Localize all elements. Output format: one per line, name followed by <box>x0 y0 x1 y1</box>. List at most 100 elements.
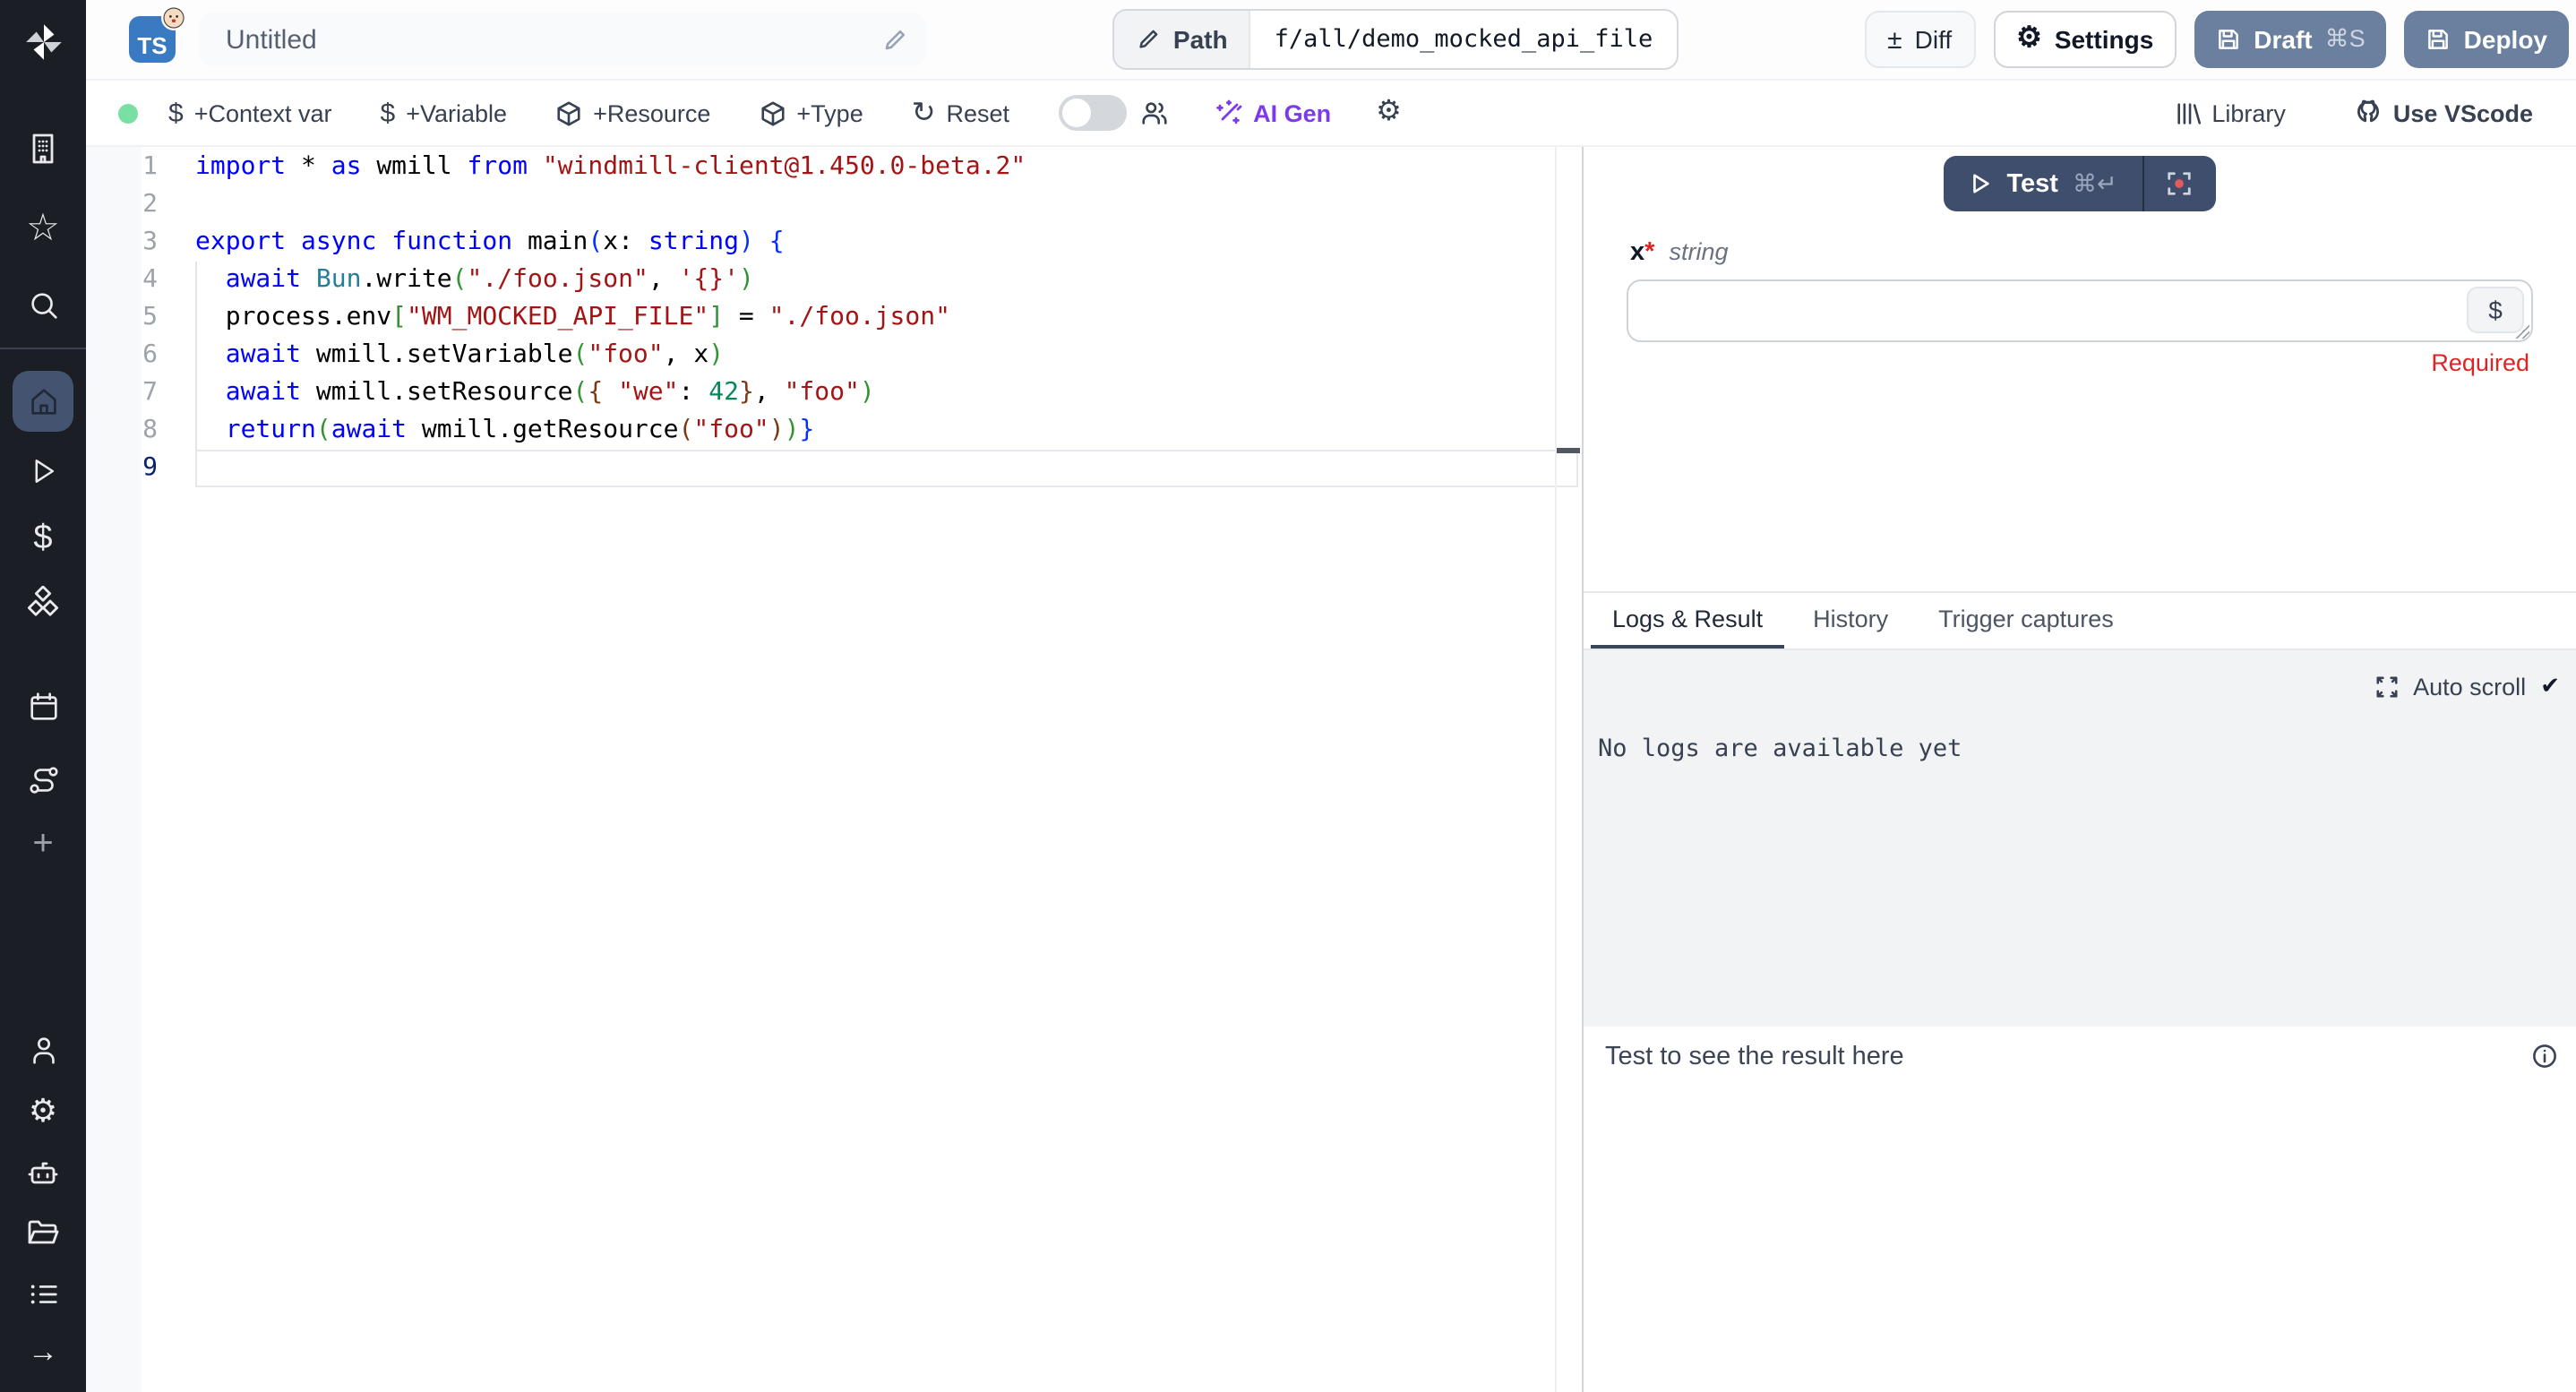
dollar-icon: $ <box>381 98 396 128</box>
code-text: export async function main(x: string) { <box>195 224 1582 262</box>
play-icon[interactable] <box>0 444 86 498</box>
edit-title-pencil-icon[interactable] <box>881 26 908 53</box>
required-asterisk: * <box>1644 238 1654 267</box>
code-line[interactable]: 5 process.env["WM_MOCKED_API_FILE"] = ".… <box>86 299 1582 337</box>
cubes-icon[interactable] <box>0 577 86 631</box>
code-text: await Bun.write("./foo.json", '{}') <box>195 262 1582 299</box>
add-type-button[interactable]: +Type <box>759 99 863 126</box>
sidebar-item-home[interactable] <box>13 371 73 432</box>
library-button[interactable]: Library <box>2174 99 2286 126</box>
edit-path-pencil-icon <box>1136 27 1161 52</box>
no-logs-message: No logs are available yet <box>1598 735 1962 763</box>
path-widget[interactable]: Path f/all/demo_mocked_api_file <box>1112 9 1678 70</box>
line-number: 4 <box>86 262 195 299</box>
line-number: 8 <box>86 412 195 450</box>
reset-button[interactable]: ↻ Reset <box>912 95 1009 131</box>
arrow-right-icon[interactable]: → <box>0 1324 86 1378</box>
code-line[interactable]: 2 <box>86 186 1582 224</box>
play-icon <box>1969 172 1992 195</box>
ai-gen-button[interactable]: AI Gen <box>1214 99 1331 127</box>
magic-wand-icon <box>1214 99 1242 127</box>
left-sidebar: ☆ $ <box>0 0 86 1392</box>
gear-icon: ⚙ <box>1376 99 1402 127</box>
line-number: 3 <box>86 224 195 262</box>
info-icon[interactable] <box>2531 1043 2558 1070</box>
add-variable-button[interactable]: $ +Variable <box>381 98 508 128</box>
code-line[interactable]: 3export async function main(x: string) { <box>86 224 1582 262</box>
folder-icon[interactable] <box>0 1206 86 1259</box>
code-line[interactable]: 9 <box>86 450 1582 487</box>
script-settings-gear[interactable]: ⚙ <box>1376 99 1402 127</box>
capture-icon <box>2167 170 2194 197</box>
collaborators-icon[interactable] <box>1138 98 1169 128</box>
plus-icon[interactable]: + <box>0 817 86 871</box>
gear-icon[interactable]: ⚙ <box>0 1084 86 1138</box>
draft-button[interactable]: Draft ⌘S <box>2194 11 2386 68</box>
test-split-button[interactable]: Test ⌘↵ <box>1944 156 2215 211</box>
status-dot <box>118 103 138 123</box>
settings-button[interactable]: ⚙ Settings <box>1993 11 2177 68</box>
resize-handle[interactable] <box>2515 324 2529 339</box>
result-placeholder: Test to see the result here <box>1605 1043 1904 1071</box>
typescript-badge: TS <box>129 16 176 63</box>
capture-test-button[interactable] <box>2144 156 2216 211</box>
code-text: await wmill.setVariable("foo", x) <box>195 337 1582 374</box>
save-icon <box>2216 27 2241 52</box>
code-line[interactable]: 6 await wmill.setVariable("foo", x) <box>86 337 1582 374</box>
calendar-icon[interactable] <box>0 679 86 733</box>
path-value[interactable]: f/all/demo_mocked_api_file <box>1251 11 1677 68</box>
dollar-icon: $ <box>168 98 184 128</box>
reset-icon: ↻ <box>912 95 936 131</box>
expand-icon <box>2375 675 2399 698</box>
gear-icon: ⚙ <box>2016 25 2042 54</box>
box-icon <box>759 99 786 126</box>
building-icon[interactable] <box>0 122 86 176</box>
checkmark-icon[interactable]: ✔ <box>2540 672 2560 700</box>
code-editor[interactable]: 1import * as wmill from "windmill-client… <box>86 147 1582 1392</box>
windmill-logo[interactable] <box>0 0 86 82</box>
diff-button[interactable]: ± Diff <box>1864 11 1975 68</box>
code-line[interactable]: 1import * as wmill from "windmill-client… <box>86 149 1582 186</box>
draft-kbd: ⌘S <box>2325 25 2366 54</box>
line-number: 6 <box>86 337 195 374</box>
robot-icon[interactable] <box>0 1145 86 1199</box>
code-text <box>195 450 1578 487</box>
line-number: 5 <box>86 299 195 337</box>
code-line[interactable]: 4 await Bun.write("./foo.json", '{}') <box>86 262 1582 299</box>
deploy-button[interactable]: Deploy <box>2405 11 2569 68</box>
route-icon[interactable] <box>0 752 86 806</box>
tab-trigger-captures[interactable]: Trigger captures <box>1917 593 2135 649</box>
code-line[interactable]: 7 await wmill.setResource({ "we": 42}, "… <box>86 374 1582 412</box>
line-number: 2 <box>86 186 195 224</box>
top-bar: TS Untitled Path <box>86 0 2576 81</box>
path-label-section[interactable]: Path <box>1114 11 1251 68</box>
search-icon[interactable] <box>0 278 86 331</box>
code-line[interactable]: 8 return(await wmill.getResource("foo"))… <box>86 412 1582 450</box>
line-number: 7 <box>86 374 195 412</box>
tab-history[interactable]: History <box>1791 593 1910 649</box>
overview-ruler-cursor <box>1557 448 1580 453</box>
use-vscode-button[interactable]: Use VScode <box>2354 99 2533 127</box>
add-resource-button[interactable]: +Resource <box>555 99 710 126</box>
argument-input[interactable]: $ <box>1627 279 2533 342</box>
person-icon[interactable] <box>0 1023 86 1077</box>
tab-logs-result[interactable]: Logs & Result <box>1591 593 1784 649</box>
star-icon[interactable]: ☆ <box>0 201 86 254</box>
list-icon[interactable] <box>0 1267 86 1320</box>
script-title-box[interactable]: Untitled <box>199 13 926 66</box>
result-tabs: Logs & ResultHistoryTrigger captures <box>1584 591 2576 650</box>
save-icon <box>2426 27 2451 52</box>
add-context-var-button[interactable]: $ +Context var <box>168 98 332 128</box>
dollar-icon[interactable]: $ <box>0 511 86 564</box>
library-icon <box>2174 99 2201 126</box>
diff-mode-toggle[interactable] <box>1058 95 1126 131</box>
code-lines: 1import * as wmill from "windmill-client… <box>86 147 1582 487</box>
code-text: process.env["WM_MOCKED_API_FILE"] = "./f… <box>195 299 1582 337</box>
test-button[interactable]: Test ⌘↵ <box>1944 156 2142 211</box>
script-title: Untitled <box>226 24 881 55</box>
required-hint: Required <box>1584 349 2529 376</box>
auto-scroll-control[interactable]: Auto scroll ✔ <box>2375 672 2560 700</box>
code-text: return(await wmill.getResource("foo"))} <box>195 412 1582 450</box>
code-text: await wmill.setResource({ "we": 42}, "fo… <box>195 374 1582 412</box>
editor-toolbar: $ +Context var $ +Variable +Resource +Ty… <box>86 81 2576 147</box>
